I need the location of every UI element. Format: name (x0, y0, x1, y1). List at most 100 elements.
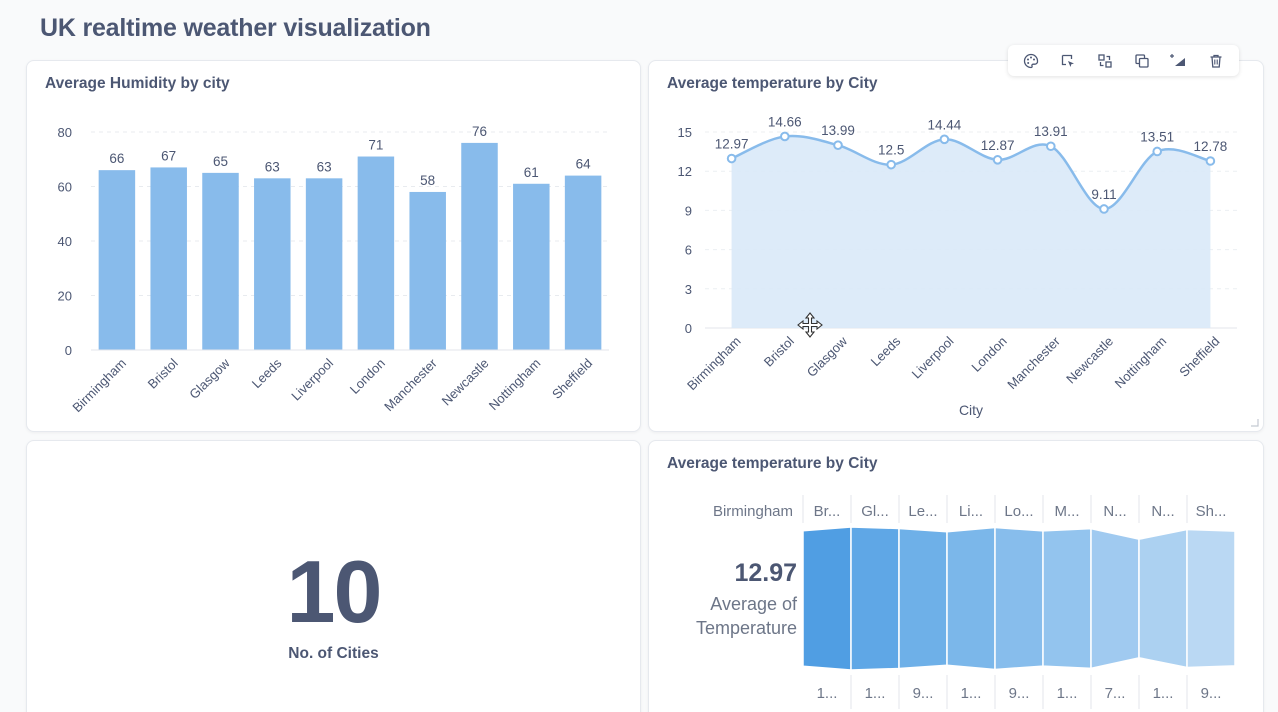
x-tick-label: Nottingham (1112, 334, 1170, 392)
y-tick-label: 0 (65, 343, 72, 358)
y-tick-label: 15 (678, 125, 692, 140)
humidity-bar[interactable] (357, 156, 395, 350)
funnel-step[interactable] (1186, 528, 1236, 669)
x-tick-label: Glasgow (186, 355, 233, 402)
add-series-icon[interactable] (1166, 48, 1192, 74)
bar-value-label: 61 (524, 165, 539, 180)
humidity-card[interactable]: Average Humidity by city 0 20 40 60 80 66 Birm… (26, 60, 641, 432)
card-action-toolbar (1008, 45, 1239, 76)
bar-value-label: 66 (109, 151, 124, 166)
funnel-step-footer: 1... (865, 685, 886, 702)
funnel-step-header: N... (1103, 503, 1126, 520)
temperature-point[interactable] (992, 155, 1003, 165)
funnel-step-footer: 1... (1153, 685, 1174, 702)
city-count-value[interactable]: 10 (27, 541, 640, 643)
funnel-step-header: Gl... (861, 503, 889, 520)
x-tick-label: Leeds (249, 355, 285, 391)
funnel-step[interactable] (898, 527, 948, 670)
x-tick-label: Newcastle (439, 356, 492, 409)
humidity-bar[interactable] (202, 172, 239, 350)
funnel-step[interactable] (1042, 527, 1092, 670)
funnel-step-header: Le... (908, 503, 937, 520)
duplicate-icon[interactable] (1129, 48, 1155, 74)
palette-icon[interactable] (1018, 48, 1044, 74)
funnel-step[interactable] (850, 526, 900, 671)
temperature-line-card[interactable]: Average temperature by City 0 3 6 9 12 15 12.9… (648, 60, 1264, 432)
y-tick-label: 6 (685, 243, 692, 258)
y-tick-label: 9 (685, 203, 692, 218)
temperature-point[interactable] (780, 131, 790, 142)
humidity-bar[interactable] (564, 175, 602, 350)
trash-icon[interactable] (1203, 48, 1229, 74)
humidity-bar[interactable] (150, 167, 187, 350)
temperature-funnel-card[interactable]: Average temperature by City 12.97 Averag… (648, 440, 1264, 712)
point-value-label: 9.11 (1091, 187, 1116, 202)
funnel-step-header: N... (1151, 503, 1174, 520)
bar-value-label: 64 (576, 157, 592, 172)
x-tick-label: Bristol (761, 333, 797, 369)
x-tick-label: Leeds (868, 333, 904, 369)
temperature-funnel-chart: Birmingham Br... 1... Gl... 1... Le... 9... Li.… (713, 495, 1236, 709)
point-value-label: 13.91 (1034, 124, 1068, 139)
move-cursor-icon (797, 312, 823, 338)
point-value-label: 12.87 (981, 138, 1015, 153)
funnel-step[interactable] (994, 526, 1044, 671)
temperature-point[interactable] (1152, 146, 1163, 157)
point-value-label: 14.66 (768, 114, 802, 129)
funnel-step-header: Sh... (1196, 503, 1227, 520)
temperature-area-fill (731, 135, 1211, 328)
temperature-point[interactable] (1046, 141, 1056, 152)
x-tick-label: Liverpool (909, 333, 957, 381)
x-tick-label: Sheffield (549, 356, 595, 402)
funnel-step[interactable] (1090, 527, 1140, 670)
resize-handle-icon[interactable] (1249, 417, 1259, 427)
point-value-label: 12.5 (878, 143, 904, 158)
bar-value-label: 65 (213, 154, 228, 169)
funnel-step-footer: 9... (1009, 685, 1030, 702)
x-tick-label: Manchester (1004, 333, 1063, 392)
funnel-step[interactable] (946, 526, 996, 671)
click-behavior-icon[interactable] (1055, 48, 1081, 74)
funnel-step-footer: 7... (1105, 685, 1126, 702)
y-tick-label: 60 (58, 180, 72, 195)
point-value-label: 13.51 (1140, 129, 1174, 144)
temperature-point[interactable] (833, 140, 843, 150)
x-tick-label: Birmingham (69, 356, 129, 416)
humidity-bar[interactable] (305, 178, 343, 350)
funnel-step-header: Li... (959, 503, 983, 520)
humidity-bar[interactable] (513, 183, 550, 350)
funnel-step-footer: 1... (1057, 685, 1078, 702)
funnel-step-footer: 1... (817, 685, 838, 702)
temperature-point[interactable] (939, 134, 950, 145)
funnel-step-footer: 9... (1201, 685, 1222, 702)
temperature-area-chart: 0 3 6 9 12 15 12.97 Birmingham 14.66 Bristol 13.99… (678, 114, 1237, 418)
funnel-step[interactable] (802, 526, 852, 671)
funnel-step-header: M... (1055, 503, 1080, 520)
replace-icon[interactable] (1092, 48, 1118, 74)
funnel-step[interactable] (1138, 528, 1188, 669)
humidity-bar[interactable] (409, 191, 446, 350)
x-tick-label: Birmingham (684, 334, 744, 394)
humidity-bar[interactable] (98, 170, 136, 350)
x-tick-label: London (968, 334, 1009, 375)
humidity-bar-chart: 0 20 40 60 80 66 Birmingham 67 Bristol 65 Glasgow 6… (58, 124, 609, 416)
x-tick-label: London (347, 356, 388, 397)
funnel-first-step-label: Birmingham (713, 503, 793, 520)
humidity-bar[interactable] (254, 178, 291, 350)
x-axis-title: City (959, 402, 983, 418)
humidity-bar[interactable] (461, 142, 498, 350)
temperature-point[interactable] (1205, 156, 1216, 166)
city-count-card[interactable]: 10 No. of Cities (26, 440, 641, 712)
temperature-point[interactable] (1099, 204, 1109, 214)
temperature-point[interactable] (726, 153, 737, 164)
temperature-point[interactable] (886, 159, 896, 170)
y-tick-label: 80 (58, 125, 72, 140)
x-tick-label: Newcastle (1063, 334, 1116, 387)
funnel-step-header: Br... (814, 503, 841, 520)
city-count-label[interactable]: No. of Cities (27, 645, 640, 663)
bar-value-label: 67 (161, 148, 176, 163)
bar-value-label: 71 (368, 138, 383, 153)
x-tick-label: Liverpool (288, 355, 336, 403)
bar-value-label: 76 (472, 124, 487, 139)
y-tick-label: 0 (685, 321, 692, 336)
